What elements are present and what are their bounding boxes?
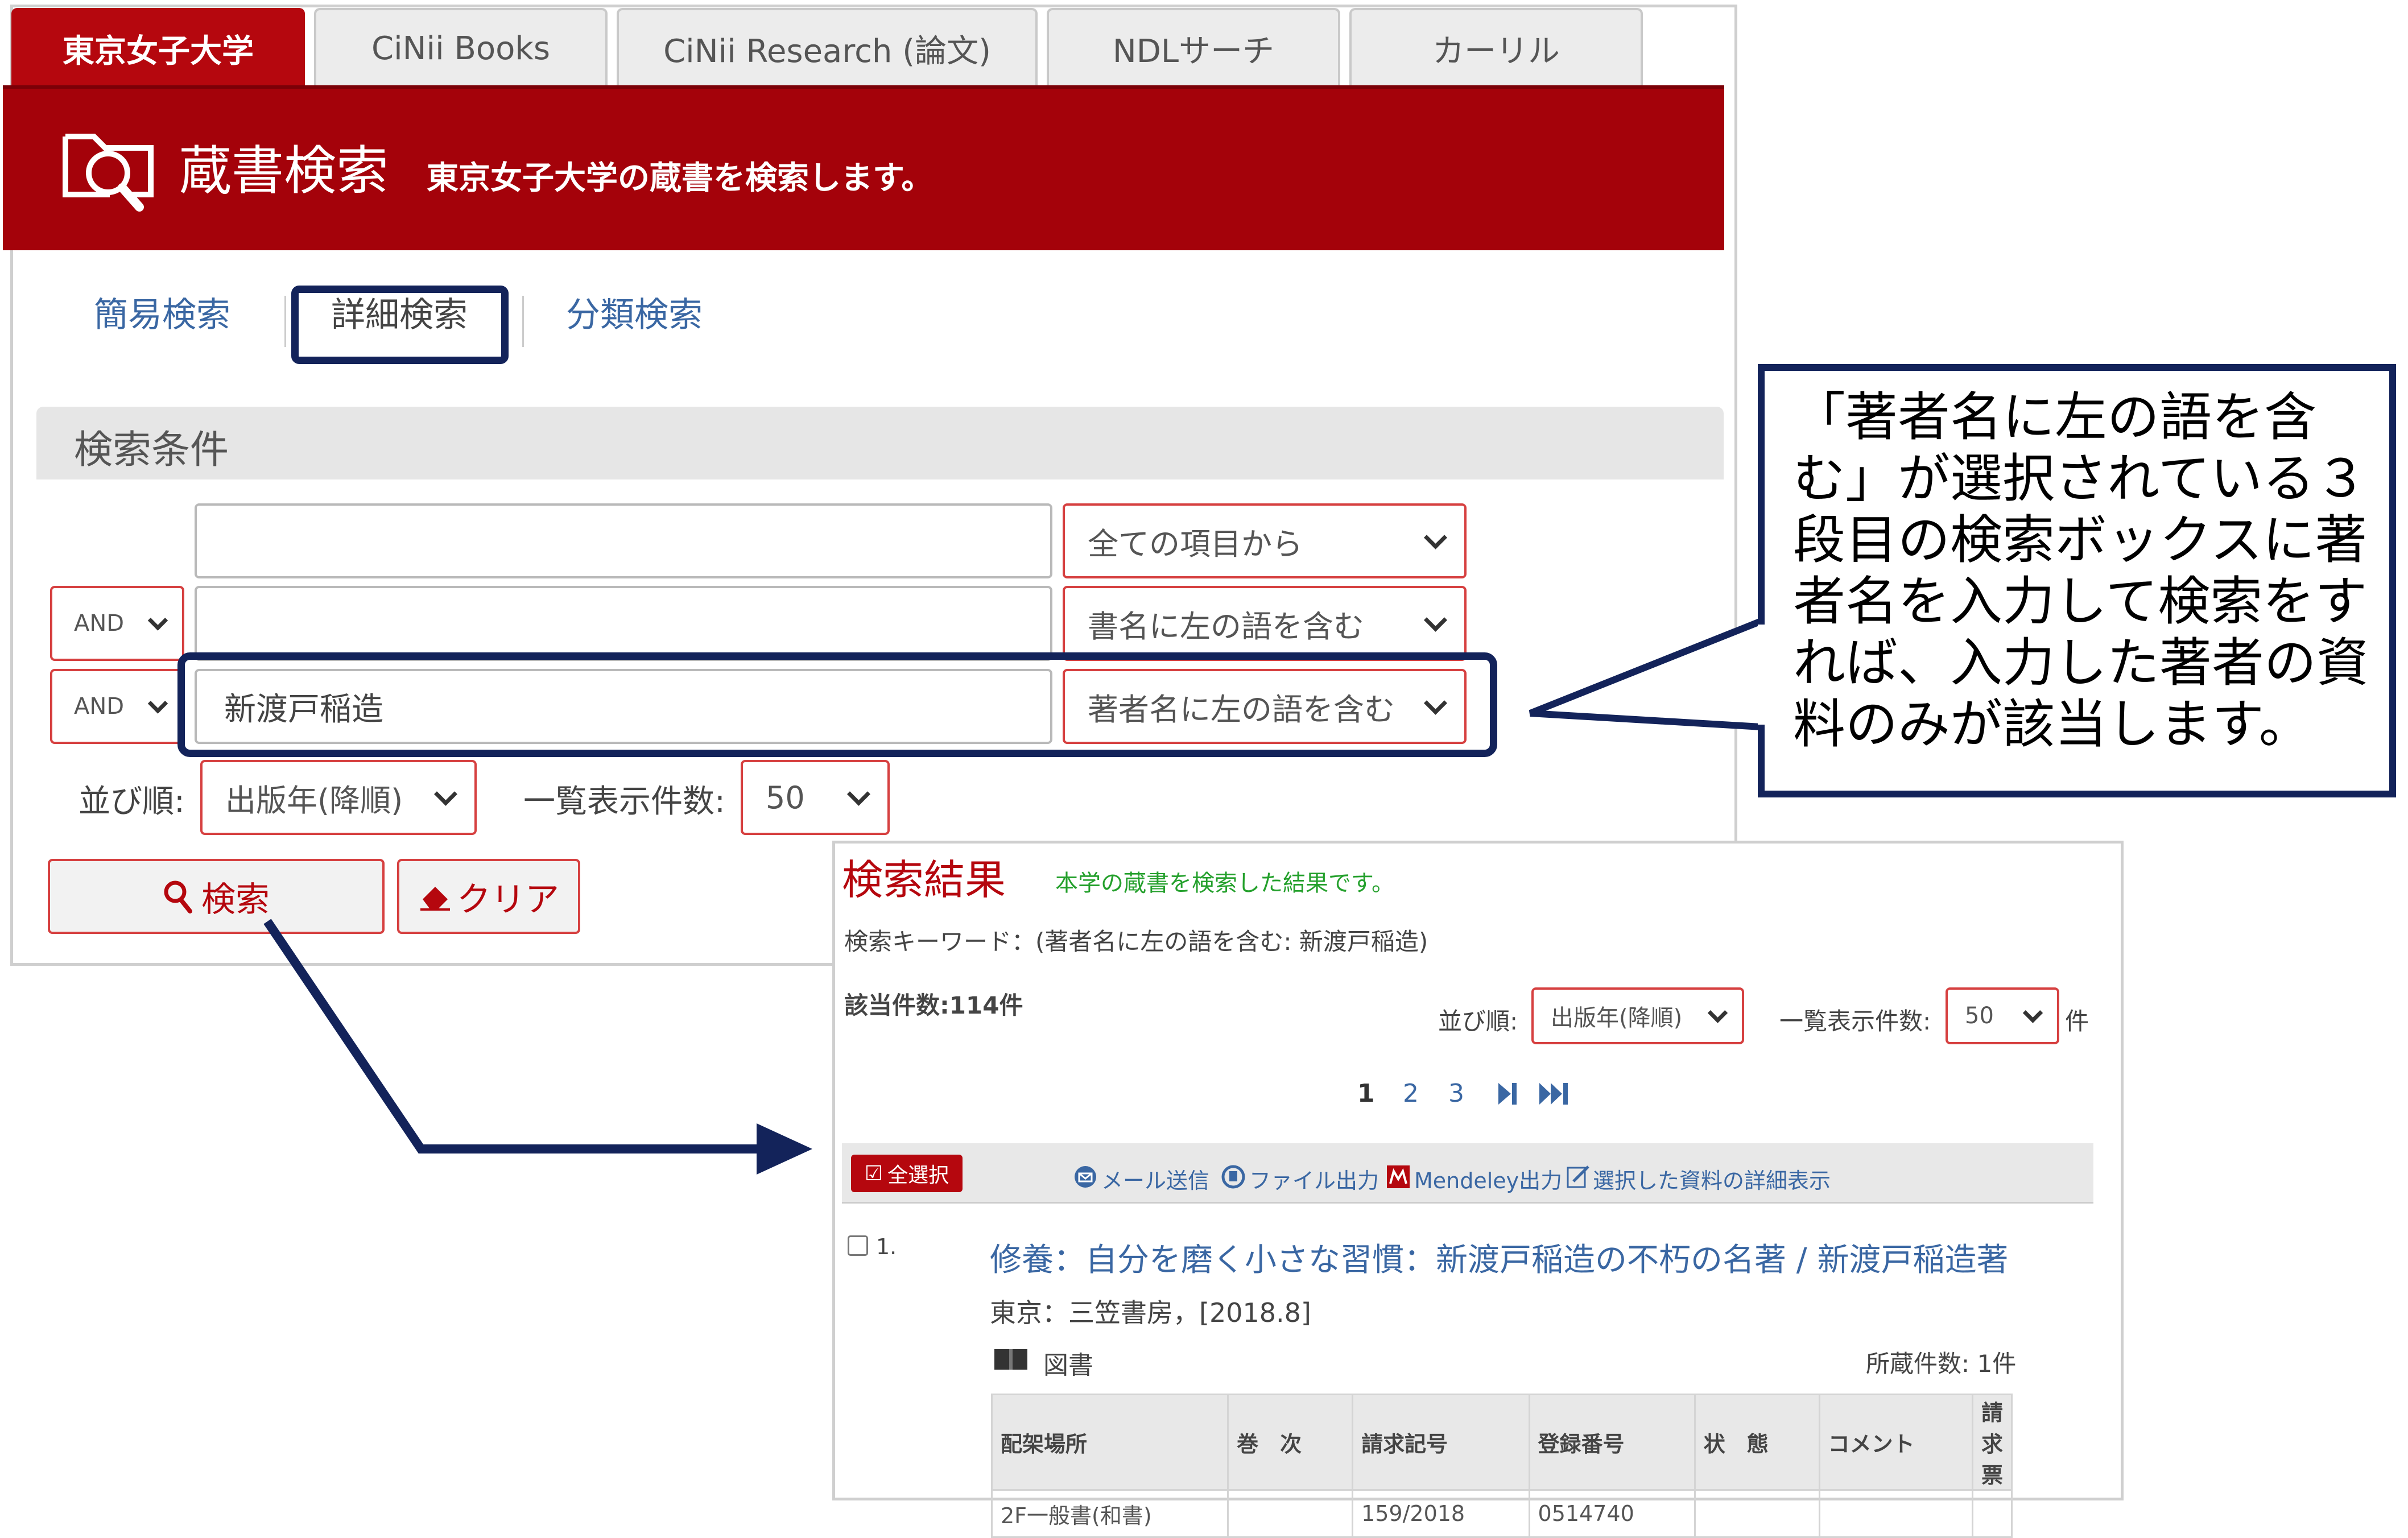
flow-arrow [263,919,812,1175]
